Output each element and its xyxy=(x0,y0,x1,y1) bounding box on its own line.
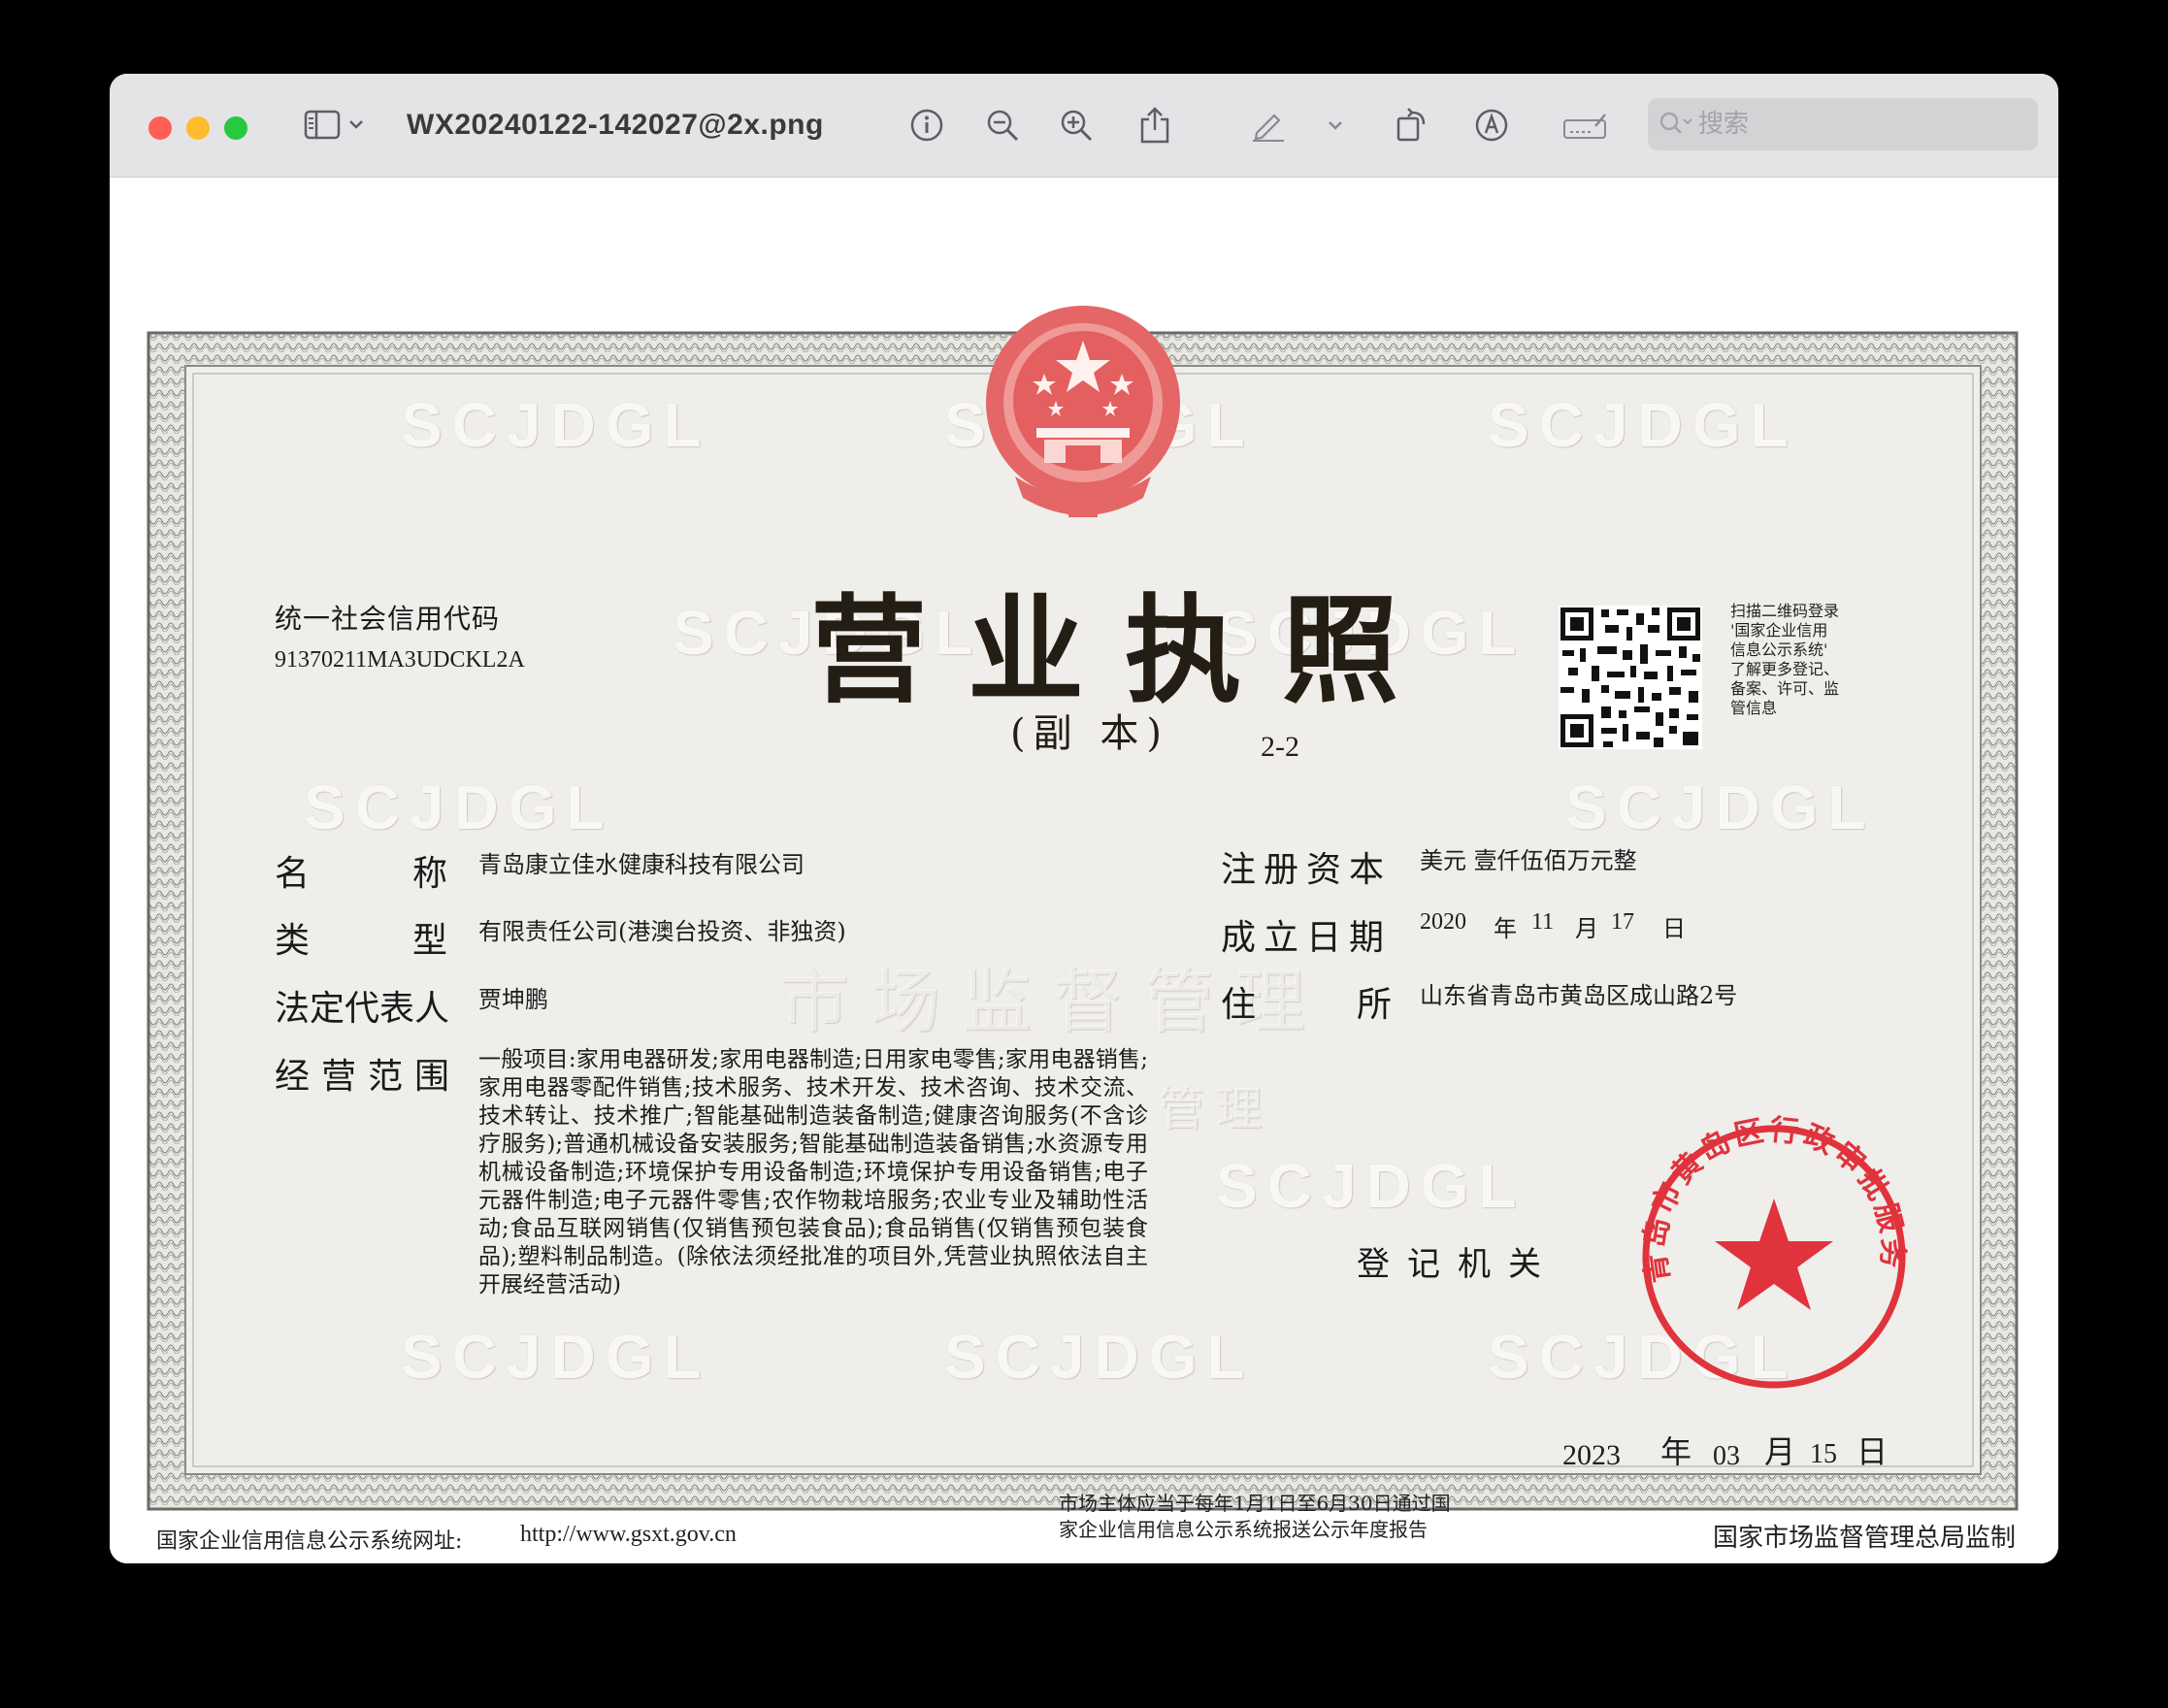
unit-day: 日 xyxy=(1662,915,1686,942)
issue-year: 2023 xyxy=(1562,1439,1621,1471)
qr-code xyxy=(1559,606,1702,749)
authority-label: 登记机关 xyxy=(1357,1245,1559,1284)
watermark: SCJDGL xyxy=(401,390,711,460)
legal-rep-label: 法定代表人 xyxy=(275,989,450,1029)
markup-button[interactable] xyxy=(1247,103,1290,148)
business-scope: 一般项目:家用电器研发;家用电器制造;日用家电零售;家用电器销售;家用电器零配件… xyxy=(478,1047,1148,1297)
title-bar: WX20240122-142027@2x.png 搜索 xyxy=(110,74,2058,178)
chevron-down-icon xyxy=(1329,121,1342,130)
company-name: 青岛康立佳水健康科技有限公司 xyxy=(478,851,805,878)
close-window-button[interactable] xyxy=(148,116,172,140)
footer-supervisor: 国家市场监督管理总局监制 xyxy=(1713,1524,2017,1553)
qr-note-line: 信息公示系统' xyxy=(1730,640,1828,659)
license-subtitle: (副 本) xyxy=(1010,711,1169,756)
zoom-out-icon xyxy=(987,110,1019,142)
watermark-text: 管理 xyxy=(1158,1082,1275,1136)
unit-year: 年 xyxy=(1494,915,1517,942)
annotate-icon xyxy=(1475,109,1508,142)
info-button[interactable] xyxy=(907,103,946,148)
issue-day: 15 xyxy=(1810,1439,1837,1469)
national-emblem xyxy=(986,306,1180,517)
official-seal: 青岛市黄岛区行政审批服务局 xyxy=(1633,1111,1906,1389)
address-label: 所 xyxy=(1357,985,1395,1025)
footer-site-label: 国家企业信用信息公示系统网址: xyxy=(156,1529,463,1554)
scope-label: 经营范围 xyxy=(275,1057,462,1097)
watermark: SCJDGL xyxy=(304,772,614,842)
qr-note-line: 扫描二维码登录 xyxy=(1730,602,1840,620)
form-fill-icon xyxy=(1563,114,1606,139)
unit-day: 日 xyxy=(1856,1433,1889,1470)
name-label: 称 xyxy=(412,854,450,894)
search-icon xyxy=(1659,112,1692,134)
credit-code-label: 统一社会信用代码 xyxy=(275,603,501,635)
credit-code: 91370211MA3UDCKL2A xyxy=(275,647,525,673)
annotate-button[interactable] xyxy=(1472,103,1511,148)
license-title: 营业执照 xyxy=(810,584,1439,719)
company-type: 有限责任公司(港澳台投资、非独资) xyxy=(478,918,846,945)
registered-capital: 美元 壹仟伍佰万元整 xyxy=(1420,847,1637,874)
watermark: SCJDGL xyxy=(1565,772,1876,842)
preview-window: WX20240122-142027@2x.png 搜索 SCJDGL SCJDG… xyxy=(110,74,2058,1563)
qr-note-line: 备案、许可、监 xyxy=(1730,679,1840,698)
qr-note-line: '国家企业信用 xyxy=(1730,621,1828,640)
founded-year: 2020 xyxy=(1420,909,1466,935)
qr-note-line: 管信息 xyxy=(1730,699,1778,717)
address: 山东省青岛市黄岛区成山路2号 xyxy=(1420,982,1738,1009)
watermark: SCJDGL xyxy=(1216,1151,1527,1221)
footer-notice-line: 市场主体应当于每年1月1日至6月30日通过国 xyxy=(1059,1492,1451,1515)
markup-pen-icon xyxy=(1253,114,1284,142)
qr-note-line: 了解更多登记、 xyxy=(1730,660,1840,678)
founded-month: 11 xyxy=(1531,909,1555,935)
legal-representative: 贾坤鹏 xyxy=(478,986,548,1013)
form-fill-button[interactable] xyxy=(1561,103,1610,148)
markup-menu-button[interactable] xyxy=(1321,103,1350,148)
zoom-out-button[interactable] xyxy=(983,103,1022,148)
copy-number: 2-2 xyxy=(1261,731,1299,763)
name-label: 名 xyxy=(275,854,312,894)
search-placeholder: 搜索 xyxy=(1698,110,1750,139)
capital-label: 注册资本 xyxy=(1221,850,1393,890)
type-label: 型 xyxy=(412,921,450,961)
info-icon xyxy=(910,109,943,142)
chevron-down-icon xyxy=(349,120,363,129)
issue-month: 03 xyxy=(1713,1441,1740,1471)
unit-year: 年 xyxy=(1660,1433,1692,1470)
business-license-document: SCJDGL SCJDGL SCJDGL SCJDGL SCJDGL SCJDG… xyxy=(110,178,2058,1563)
footer-notice-line: 家企业信用信息公示系统报送公示年度报告 xyxy=(1059,1518,1428,1541)
search-field[interactable]: 搜索 xyxy=(1648,98,2038,150)
founded-day: 17 xyxy=(1611,909,1634,935)
founded-label: 成立日期 xyxy=(1221,918,1393,958)
watermark: SCJDGL xyxy=(1488,390,1798,460)
zoom-in-icon xyxy=(1061,110,1093,142)
image-canvas: SCJDGL SCJDGL SCJDGL SCJDGL SCJDGL SCJDG… xyxy=(110,178,2058,1563)
address-label: 住 xyxy=(1221,985,1259,1025)
sidebar-icon xyxy=(304,110,363,140)
unit-month: 月 xyxy=(1764,1433,1796,1470)
zoom-window-button[interactable] xyxy=(224,116,247,140)
share-icon xyxy=(1140,107,1169,144)
watermark: SCJDGL xyxy=(401,1322,711,1392)
window-title: WX20240122-142027@2x.png xyxy=(407,109,824,141)
watermark: SCJDGL xyxy=(944,1322,1255,1392)
sidebar-toggle-button[interactable] xyxy=(301,103,369,148)
minimize-window-button[interactable] xyxy=(186,116,210,140)
share-button[interactable] xyxy=(1135,103,1174,148)
unit-month: 月 xyxy=(1575,915,1598,942)
zoom-in-button[interactable] xyxy=(1057,103,1096,148)
footer-site-url: http://www.gsxt.gov.cn xyxy=(520,1522,737,1547)
rotate-button[interactable] xyxy=(1393,103,1431,148)
type-label: 类 xyxy=(275,921,312,961)
rotate-icon xyxy=(1396,108,1426,142)
